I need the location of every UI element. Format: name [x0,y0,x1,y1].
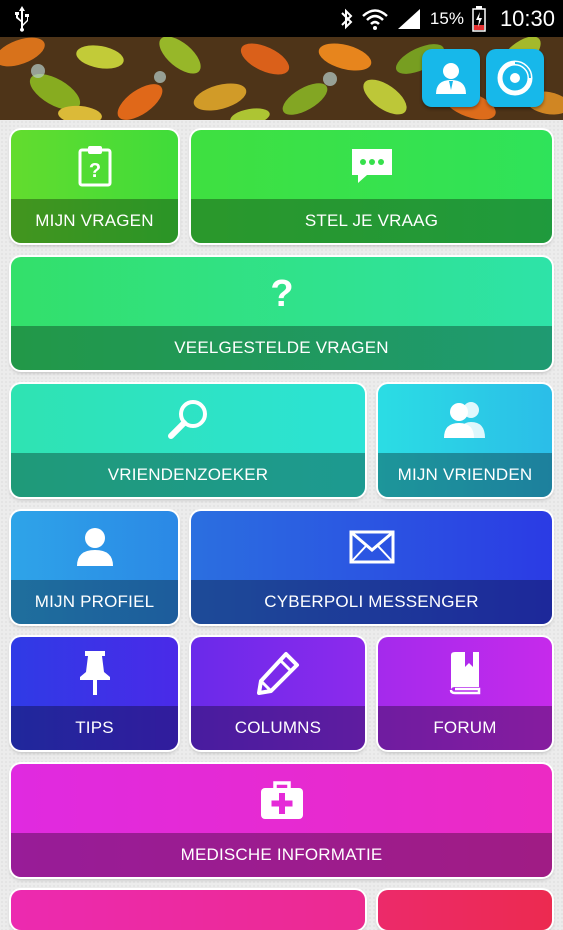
medical-kit-icon [260,781,303,819]
tile-label: MIJN VRIENDEN [378,453,552,497]
book-icon [449,652,481,695]
tile-label: VEELGESTELDE VRAGEN [11,326,552,370]
question-mark-icon: ? [270,273,293,313]
tile-label: FORUM [378,706,552,750]
tile-label: VRIENDENZOEKER [11,453,365,497]
clipboard-question-icon: ? [78,146,111,187]
clock: 10:30 [499,5,555,31]
tile-label: MIJN VRAGEN [11,199,178,243]
friends-icon [444,402,485,438]
tile-vriendenzoeker[interactable]: VRIENDENZOEKER [11,384,365,497]
signal-icon [397,8,420,29]
magnifier-icon [168,400,207,439]
tile-columns[interactable]: COLUMNS [191,637,365,750]
chat-bubble-icon [351,149,392,183]
tile-mijn-profiel[interactable]: MIJN PROFIEL [11,511,178,624]
header-banner [0,37,563,120]
tile-stel-je-vraag[interactable]: STEL JE VRAAG [191,130,552,243]
status-bar: 15% 10:30 [0,0,563,37]
tile-tips[interactable]: TIPS [11,637,178,750]
tile-label: TIPS [11,706,178,750]
envelope-icon [349,530,394,564]
profile-button[interactable] [422,49,480,107]
tile-label: MIJN PROFIEL [11,580,178,624]
tile-label: MEDISCHE INFORMATIE [11,833,552,877]
tile-medische-informatie[interactable]: MEDISCHE INFORMATIE [11,764,552,877]
pencil-icon [257,652,299,695]
battery-percent: 15% [429,8,464,28]
svg-text:?: ? [88,160,100,182]
tile-mijn-vragen[interactable]: ? MIJN VRAGEN [11,130,178,243]
user-icon [76,528,113,566]
tile-label: STEL JE VRAAG [191,199,552,243]
bluetooth-icon [341,8,353,29]
user-icon [436,63,466,94]
tile-label: COLUMNS [191,706,365,750]
settings-button[interactable] [486,49,544,107]
tile-forum[interactable]: FORUM [378,637,552,750]
tile-next-right[interactable] [378,890,552,930]
wifi-icon [362,8,388,30]
tile-label: CYBERPOLI MESSENGER [191,580,552,624]
disc-icon [497,60,533,96]
tile-veelgestelde-vragen[interactable]: ? VEELGESTELDE VRAGEN [11,257,552,370]
usb-icon [15,6,29,32]
tile-next-left[interactable] [11,890,365,930]
tile-cyberpoli-messenger[interactable]: CYBERPOLI MESSENGER [191,511,552,624]
tile-mijn-vrienden[interactable]: MIJN VRIENDEN [378,384,552,497]
battery-icon [472,5,486,32]
pushpin-icon [79,651,110,695]
svg-text:?: ? [270,273,293,313]
